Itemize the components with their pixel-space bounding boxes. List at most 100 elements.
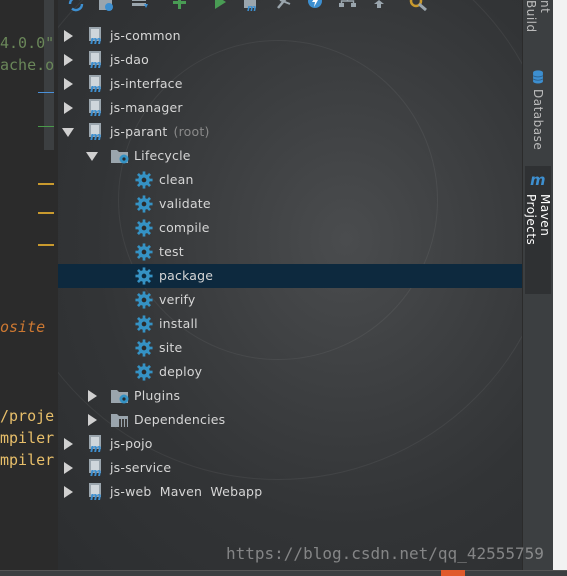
- code-line[interactable]: osite: [0, 318, 45, 336]
- gear-icon: [135, 291, 153, 309]
- tree-row-goal-deploy[interactable]: deploy: [58, 360, 522, 384]
- tree-row-goal-verify[interactable]: verify: [58, 288, 522, 312]
- code-line[interactable]: /proje: [0, 407, 54, 425]
- tree-label: compile: [159, 220, 210, 235]
- tree-row-js-parant[interactable]: m js-parant (root): [58, 120, 522, 144]
- svg-text:m: m: [90, 82, 101, 93]
- expand-arrow-icon[interactable]: [64, 30, 73, 42]
- tree-row-goal-site[interactable]: site: [58, 336, 522, 360]
- tree-label: Lifecycle: [134, 148, 191, 163]
- warning-marker: [38, 212, 54, 214]
- maven-projects-panel: m m js-common m js-dao m js-interface m …: [58, 0, 522, 570]
- tab-label: Maven Projects: [524, 193, 552, 246]
- tree-row-goal-compile[interactable]: compile: [58, 216, 522, 240]
- expand-arrow-icon[interactable]: [64, 78, 73, 90]
- tree-label: js-pojo: [110, 436, 153, 451]
- warning-marker: [38, 244, 54, 246]
- tree-label: verify: [159, 292, 196, 307]
- gear-icon: [135, 267, 153, 285]
- code-line[interactable]: mpiler: [0, 429, 54, 447]
- tree-row-goal-package[interactable]: package: [58, 264, 522, 288]
- tree-label: js-interface: [110, 76, 183, 91]
- collapse-arrow-icon[interactable]: [62, 128, 74, 137]
- tab-database[interactable]: Database: [525, 70, 551, 150]
- root-marker: (root): [173, 124, 210, 139]
- maven-module-icon: m: [89, 123, 101, 141]
- tree-label: test: [159, 244, 184, 259]
- status-indicator[interactable]: [441, 570, 465, 576]
- tree-row-js-web[interactable]: m js-web Maven Webapp: [58, 480, 522, 504]
- tree-label: js-web Maven Webapp: [110, 484, 263, 499]
- generate-sources-icon[interactable]: [96, 0, 116, 14]
- tree-label: js-manager: [110, 100, 183, 115]
- tree-row-js-common[interactable]: m js-common: [58, 24, 522, 48]
- code-editor[interactable]: 4.0.0" ache.o osite /proje mpiler mpiler: [0, 0, 58, 570]
- expand-arrow-icon[interactable]: [64, 102, 73, 114]
- expand-arrow-icon[interactable]: [64, 486, 73, 498]
- run-icon[interactable]: [210, 0, 230, 14]
- expand-arrow-icon[interactable]: [64, 462, 73, 474]
- database-icon: [532, 70, 544, 84]
- tree-label: package: [159, 268, 214, 283]
- tree-label: install: [159, 316, 198, 331]
- add-icon[interactable]: [170, 0, 190, 14]
- toggle-offline-icon[interactable]: [274, 0, 294, 14]
- tree-row-goal-test[interactable]: test: [58, 240, 522, 264]
- tree-row-plugins[interactable]: Plugins: [58, 384, 522, 408]
- dependencies-folder-icon: [111, 414, 128, 427]
- warning-marker: [38, 183, 54, 185]
- reimport-icon[interactable]: [66, 0, 86, 14]
- tree-row-js-manager[interactable]: m js-manager: [58, 96, 522, 120]
- expand-arrow-icon[interactable]: [64, 54, 73, 66]
- maven-module-icon: m: [89, 51, 101, 69]
- tree-row-goal-validate[interactable]: validate: [58, 192, 522, 216]
- svg-text:m: m: [90, 58, 101, 69]
- expand-arrow-icon[interactable]: [64, 438, 73, 450]
- gear-icon: [135, 339, 153, 357]
- tree-row-js-dao[interactable]: m js-dao: [58, 48, 522, 72]
- tab-label: nt Build: [524, 0, 552, 33]
- tab-maven-projects[interactable]: m Maven Projects: [524, 166, 552, 294]
- svg-text:m: m: [90, 466, 101, 477]
- expand-arrow-icon[interactable]: [88, 390, 97, 402]
- maven-icon: m: [530, 172, 545, 188]
- settings-icon[interactable]: [408, 0, 428, 14]
- maven-module-icon: m: [89, 75, 101, 93]
- tree-row-js-interface[interactable]: m js-interface: [58, 72, 522, 96]
- expand-arrow-icon[interactable]: [88, 414, 97, 426]
- svg-text:m: m: [90, 442, 101, 453]
- tree-row-js-service[interactable]: m js-service: [58, 456, 522, 480]
- maven-module-icon: m: [89, 435, 101, 453]
- maven-toolbar: m: [58, 0, 522, 20]
- tree-row-goal-clean[interactable]: clean: [58, 168, 522, 192]
- maven-module-icon: m: [89, 459, 101, 477]
- tree-label: site: [159, 340, 183, 355]
- code-line[interactable]: 4.0.0": [0, 34, 54, 52]
- lifecycle-folder-icon: [111, 150, 129, 164]
- tree-row-js-pojo[interactable]: m js-pojo: [58, 432, 522, 456]
- code-line[interactable]: ache.o: [0, 56, 54, 74]
- tree-label: js-service: [110, 460, 172, 475]
- collapse-arrow-icon[interactable]: [86, 152, 98, 161]
- tree-label: js-parant (root): [110, 124, 210, 139]
- tree-label: Plugins: [134, 388, 181, 403]
- tool-window-strip: nt Build Database m Maven Projects: [522, 0, 567, 570]
- skip-tests-icon[interactable]: [306, 0, 326, 14]
- tree-row-lifecycle[interactable]: Lifecycle: [58, 144, 522, 168]
- svg-text:m: m: [90, 130, 101, 141]
- svg-text:m: m: [90, 490, 101, 501]
- tab-ant-build[interactable]: nt Build: [524, 0, 552, 50]
- download-icon[interactable]: [130, 0, 150, 14]
- tree-row-dependencies[interactable]: Dependencies: [58, 408, 522, 432]
- show-dependencies-icon[interactable]: [338, 0, 358, 14]
- tree-row-goal-install[interactable]: install: [58, 312, 522, 336]
- window-edge: [553, 0, 567, 570]
- svg-text:m: m: [530, 172, 545, 188]
- tree-label: js-common: [110, 28, 181, 43]
- editor-scroll-marker: [44, 0, 54, 150]
- maven-module-icon: m: [89, 27, 101, 45]
- collapse-all-icon[interactable]: [370, 0, 390, 14]
- execute-goal-icon[interactable]: m: [242, 0, 262, 14]
- tree-label: Dependencies: [134, 412, 226, 427]
- code-line[interactable]: mpiler: [0, 451, 54, 469]
